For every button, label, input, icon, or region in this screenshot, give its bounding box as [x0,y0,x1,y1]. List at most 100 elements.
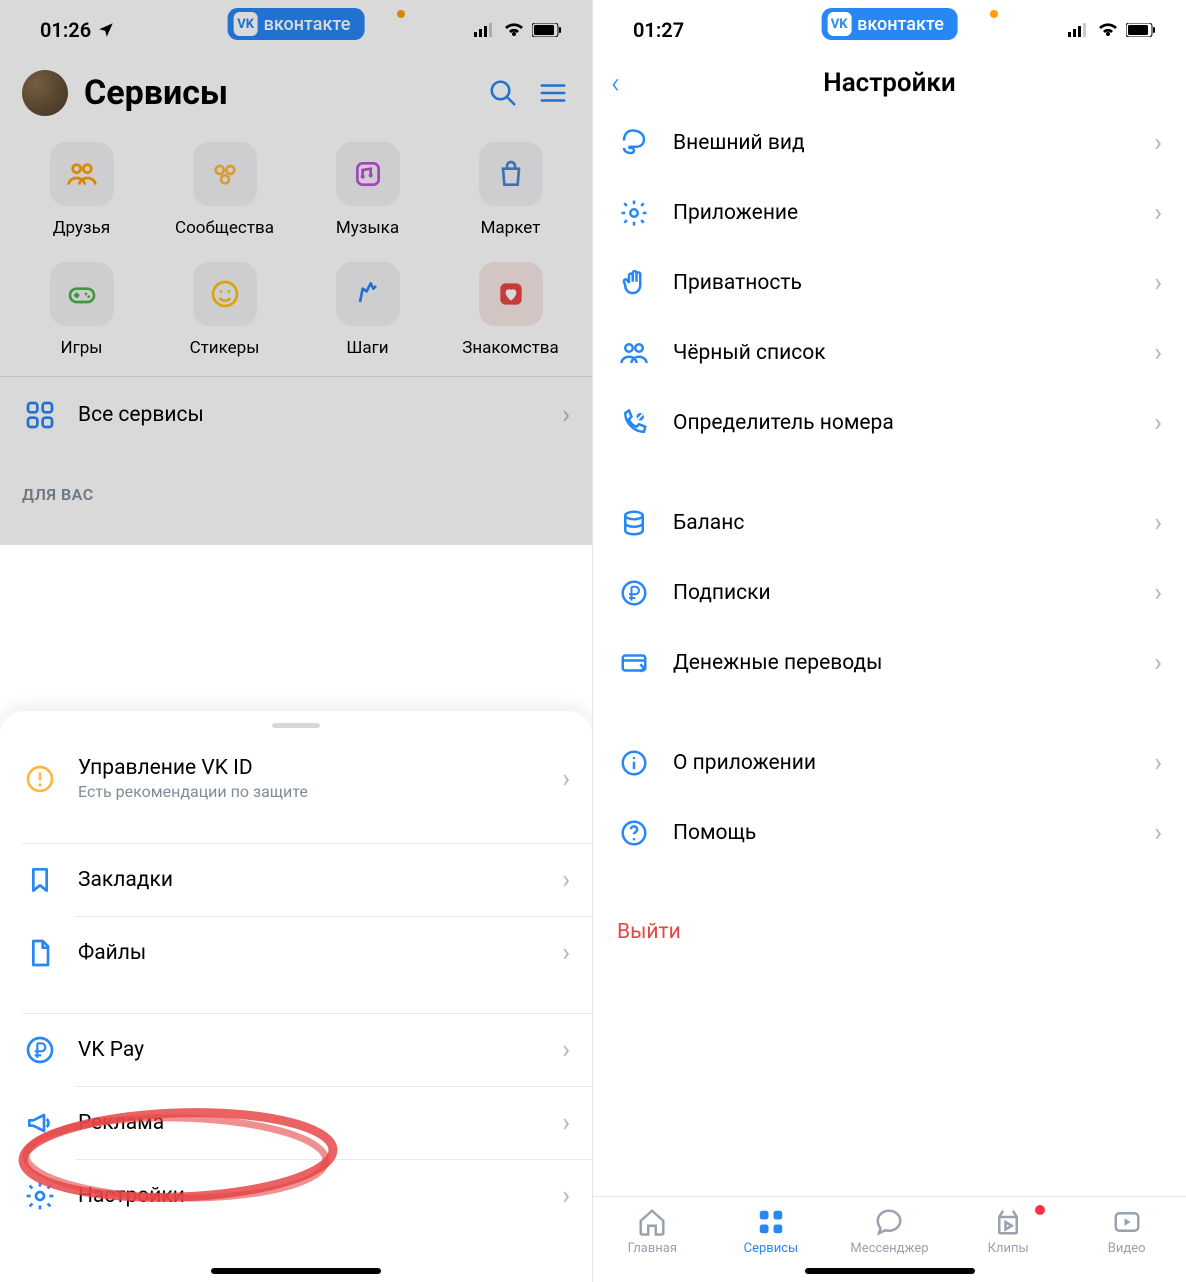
ruble-circle-icon [617,576,651,610]
tab-home[interactable]: Главная [593,1207,712,1256]
settings-row-label: Денежные переводы [673,651,1132,675]
bookmarks-row[interactable]: Закладки › [0,844,592,916]
settings-row-label: Внешний вид [673,131,1132,155]
screenshot-right: 01:27 VK вконтакте ‹ Настройки Внешний в… [593,0,1186,1282]
vk-pill-label: вконтакте [857,14,944,35]
bottom-sheet: Управление VK ID Есть рекомендации по за… [0,711,592,1282]
services-grid: Друзья Сообщества Музыка Маркет Игры Сти… [0,136,592,376]
all-services-row[interactable]: Все сервисы › [0,377,592,453]
tab-label: Мессенджер [850,1241,928,1256]
settings-row-transfers[interactable]: Денежные переводы › [593,628,1186,698]
service-stickers[interactable]: Стикеры [153,262,296,358]
settings-row-subscriptions[interactable]: Подписки › [593,558,1186,628]
transfer-icon [617,646,651,680]
settings-row-label: Определитель номера [673,411,1132,435]
row-label: VK Pay [78,1038,542,1062]
tab-label: Видео [1108,1241,1146,1256]
service-games[interactable]: Игры [10,262,153,358]
vkid-subtitle: Есть рекомендации по защите [78,782,542,801]
chevron-right-icon: › [562,938,570,968]
vk-pill[interactable]: VK вконтакте [821,8,958,40]
service-dating[interactable]: Знакомства [439,262,582,358]
settings-row[interactable]: Настройки › [0,1160,592,1232]
tab-clips[interactable]: Клипы [949,1207,1068,1256]
chevron-right-icon: › [1154,578,1162,608]
row-label: Файлы [78,941,542,965]
back-button[interactable]: ‹ [611,66,620,101]
appearance-icon [617,126,651,160]
logout-button[interactable]: Выйти [593,898,1186,966]
menu-button[interactable] [536,76,570,110]
games-icon [66,278,98,310]
settings-row-app[interactable]: Приложение › [593,178,1186,248]
service-label: Шаги [346,338,388,358]
vkid-row[interactable]: Управление VK ID Есть рекомендации по за… [0,738,592,819]
vk-pill[interactable]: VK вконтакте [228,8,365,40]
avatar[interactable] [22,70,68,116]
service-friends[interactable]: Друзья [10,142,153,238]
chevron-right-icon: › [1154,198,1162,228]
home-icon [637,1207,667,1237]
caller-id-icon [617,406,651,440]
status-time: 01:26 [40,18,91,42]
files-row[interactable]: Файлы › [0,917,592,989]
home-indicator[interactable] [805,1268,975,1274]
location-icon [97,21,115,39]
screenshot-left: 01:26 VK вконтакте Сервисы Друзья Сообще… [0,0,593,1282]
home-indicator[interactable] [211,1268,381,1274]
vkpay-row[interactable]: VK Pay › [0,1014,592,1086]
chevron-right-icon: › [1154,338,1162,368]
orange-dot-icon [397,10,405,18]
service-communities[interactable]: Сообщества [153,142,296,238]
settings-row-blocklist[interactable]: Чёрный список › [593,318,1186,388]
wifi-icon [504,22,524,38]
page-header: Сервисы [0,50,592,136]
search-button[interactable] [486,76,520,110]
music-icon [352,158,384,190]
chat-icon [874,1207,904,1237]
settings-row-appearance[interactable]: Внешний вид › [593,120,1186,178]
settings-list: Внешний вид › Приложение › Приватность ›… [593,116,1186,966]
settings-row-privacy[interactable]: Приватность › [593,248,1186,318]
service-market[interactable]: Маркет [439,142,582,238]
chevron-right-icon: › [562,865,570,895]
friends-icon [66,158,98,190]
megaphone-icon [22,1105,58,1141]
market-icon [495,158,527,190]
chevron-right-icon: › [562,764,570,794]
tab-services[interactable]: Сервисы [712,1207,831,1256]
wifi-icon [1098,22,1118,38]
settings-row-label: Баланс [673,511,1132,535]
tab-label: Клипы [988,1241,1029,1256]
battery-icon [1126,23,1156,37]
service-steps[interactable]: Шаги [296,262,439,358]
settings-row-balance[interactable]: Баланс › [593,488,1186,558]
settings-row-label: О приложении [673,751,1132,775]
tab-label: Главная [628,1241,677,1256]
cellular-icon [1068,23,1090,37]
settings-row-about[interactable]: О приложении › [593,728,1186,798]
nav-title: Настройки [823,68,955,98]
gear-icon [617,196,651,230]
warning-icon [22,761,58,797]
clips-icon [993,1207,1023,1237]
communities-icon [209,158,241,190]
ads-row[interactable]: Реклама › [0,1087,592,1159]
service-label: Музыка [336,218,399,238]
tab-video[interactable]: Видео [1067,1207,1186,1256]
row-label: Закладки [78,868,542,892]
chevron-right-icon: › [1154,508,1162,538]
settings-row-help[interactable]: Помощь › [593,798,1186,868]
battery-icon [532,23,562,37]
grid-icon [22,397,58,433]
chevron-right-icon: › [1154,268,1162,298]
vkid-title: Управление VK ID [78,756,542,780]
tab-messenger[interactable]: Мессенджер [830,1207,949,1256]
vk-logo-icon: VK [234,12,258,36]
service-music[interactable]: Музыка [296,142,439,238]
sheet-grabber[interactable] [272,723,320,728]
chevron-right-icon: › [562,1108,570,1138]
file-icon [22,935,58,971]
settings-row-callerid[interactable]: Определитель номера › [593,388,1186,458]
logout-label: Выйти [617,920,681,944]
